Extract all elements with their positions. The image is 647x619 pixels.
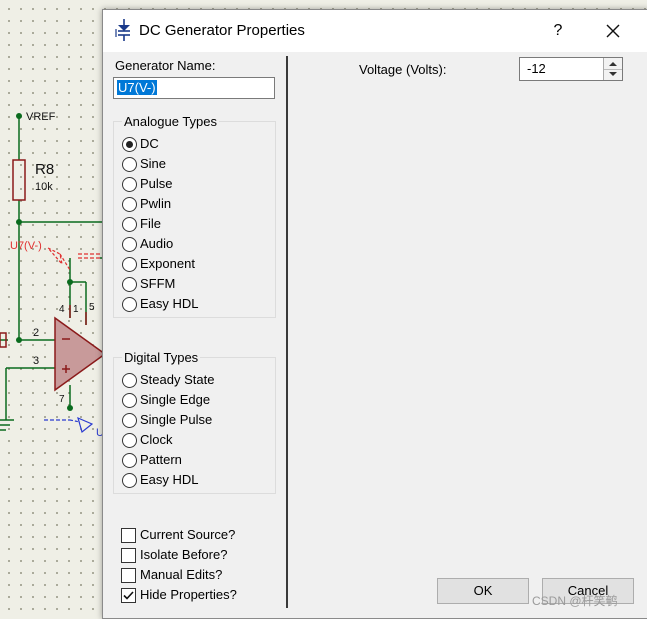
dialog-title: DC Generator Properties (139, 22, 305, 39)
radio-easy-hdl-digital-label: Easy HDL (140, 472, 199, 487)
analogue-types-group: Analogue Types DC Sine Pulse Pwlin File … (113, 114, 276, 318)
radio-easy-hdl-analogue-label: Easy HDL (140, 296, 199, 311)
pin-3-label: 3 (33, 355, 39, 367)
manual-edits-box (121, 568, 136, 583)
radio-sffm-indicator (122, 277, 137, 292)
radio-clock-label: Clock (140, 432, 173, 447)
isolate-before-box (121, 548, 136, 563)
isolate-before-label: Isolate Before? (140, 547, 228, 562)
generator-name-label: Generator Name: (115, 58, 216, 73)
radio-single-edge-indicator (122, 393, 137, 408)
digital-types-group: Digital Types Steady State Single Edge S… (113, 350, 276, 494)
current-source-label: Current Source? (140, 527, 236, 542)
spin-down-icon[interactable] (604, 69, 622, 80)
radio-file-indicator (122, 217, 137, 232)
resistor-name: R8 (35, 161, 54, 178)
radio-single-pulse-label: Single Pulse (140, 412, 213, 427)
radio-file-label: File (140, 216, 161, 231)
digital-types-title: Digital Types (122, 350, 201, 365)
radio-easy-hdl-analogue-indicator (122, 297, 137, 312)
generator-net-label: U7(V-) (10, 240, 42, 252)
manual-edits-label: Manual Edits? (140, 567, 223, 582)
generator-name-input[interactable]: U7(V-) (113, 77, 275, 99)
pin-7-label: 7 (59, 394, 65, 405)
hide-properties-label: Hide Properties? (140, 587, 237, 602)
radio-pwlin-indicator (122, 197, 137, 212)
generator-icon (115, 19, 130, 41)
radio-easy-hdl-digital-indicator (122, 473, 137, 488)
current-source-box (121, 528, 136, 543)
dc-generator-dialog: DC Generator Properties ? Generator Name… (102, 9, 647, 619)
radio-dc-label: DC (140, 136, 159, 151)
radio-sffm-label: SFFM (140, 276, 176, 291)
hide-properties-box (121, 588, 136, 603)
pin-1-label: 1 (73, 304, 79, 315)
radio-pwlin-label: Pwlin (140, 196, 172, 211)
radio-single-pulse-indicator (122, 413, 137, 428)
resistor-value: 10k (35, 181, 53, 193)
schematic-canvas: VREF R8 10k U7(V-) 4 1 5 2 3 7 U (0, 111, 107, 439)
title-bar[interactable]: DC Generator Properties ? (103, 10, 647, 52)
vref-label: VREF (26, 111, 56, 123)
help-button[interactable]: ? (543, 16, 573, 46)
ok-button[interactable]: OK (437, 578, 529, 604)
checkmark-icon (123, 591, 134, 600)
voltage-spinner[interactable] (603, 58, 622, 80)
voltage-label: Voltage (Volts): (359, 62, 447, 77)
radio-clock-indicator (122, 433, 137, 448)
pin-4-label: 4 (59, 304, 65, 315)
watermark-text: CSDN @杆笑鹌 (532, 594, 618, 608)
radio-sine-indicator (122, 157, 137, 172)
radio-exponent-label: Exponent (140, 256, 195, 271)
radio-pattern-indicator (122, 453, 137, 468)
voltage-input[interactable]: -12 (519, 57, 623, 81)
generator-name-value: U7(V-) (117, 80, 157, 95)
radio-steady-state-label: Steady State (140, 372, 215, 387)
radio-pulse-label: Pulse (140, 176, 173, 191)
radio-steady-state-indicator (122, 373, 137, 388)
voltage-value: -12 (527, 61, 546, 76)
analogue-types-title: Analogue Types (122, 114, 219, 129)
radio-pulse-indicator (122, 177, 137, 192)
radio-dc-indicator (122, 137, 137, 152)
radio-single-edge-label: Single Edge (140, 392, 211, 407)
radio-audio-label: Audio (140, 236, 174, 251)
pin-5-label: 5 (89, 302, 95, 313)
radio-pattern-label: Pattern (140, 452, 182, 467)
close-icon[interactable] (598, 16, 628, 46)
radio-sine-label: Sine (140, 156, 167, 171)
pin-2-label: 2 (33, 327, 39, 339)
radio-exponent-indicator (122, 257, 137, 272)
radio-audio-indicator (122, 237, 137, 252)
pane-divider (286, 56, 288, 608)
